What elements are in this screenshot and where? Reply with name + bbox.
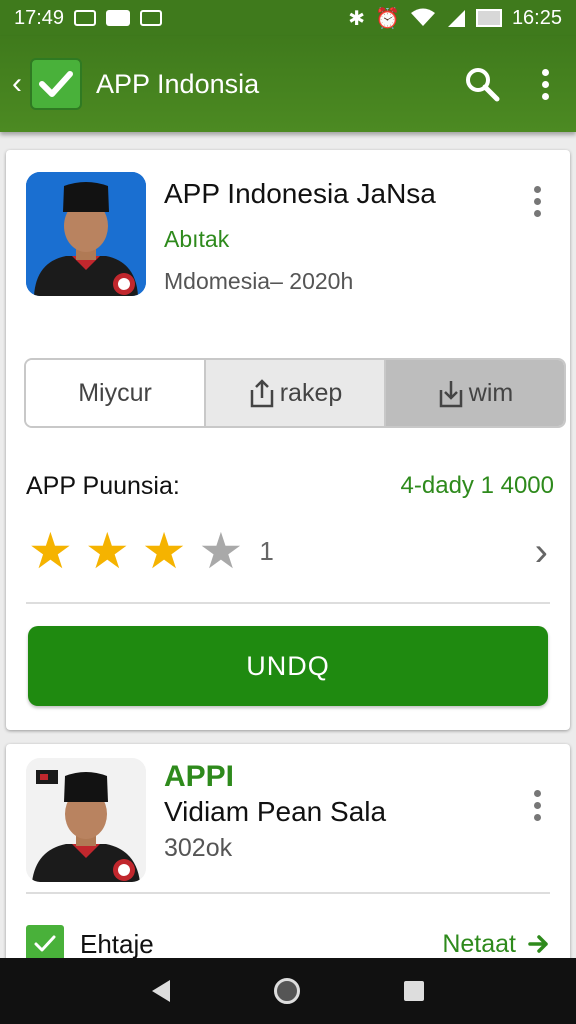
action-segmented-control: Miycur rakep wim: [24, 358, 566, 428]
system-nav-bar: [0, 958, 576, 1024]
app-name: APP Indonesia JaNsa: [164, 178, 436, 209]
segment-button[interactable]: wim: [386, 360, 564, 426]
notification-icon: [74, 10, 97, 26]
star-rating: ★ ★ ★ ★ 1: [28, 526, 274, 576]
app-title: APP Indonsia: [96, 68, 260, 99]
star-icon: ★: [198, 523, 244, 579]
related-app-meta: 302ok: [164, 834, 233, 862]
rating-count: 4-dady 1 4000: [400, 472, 554, 499]
alarm-icon: ⏰: [375, 7, 400, 30]
signal-icon: [447, 10, 465, 27]
share-upload-icon: [250, 379, 273, 408]
nav-back-icon[interactable]: [152, 980, 170, 1002]
segment-label: Miycur: [78, 378, 152, 407]
wifi-icon: [410, 8, 435, 26]
app-meta: Mdomesia– 2020h: [164, 268, 354, 294]
status-time-left: 17:49: [14, 6, 65, 29]
more-vert-icon[interactable]: [540, 68, 550, 100]
star-icon: ★: [141, 523, 187, 579]
notification-icon: [140, 10, 163, 26]
segment-button[interactable]: rakep: [206, 360, 386, 426]
status-bar: 17:49 ✱ ⏰ 16:25: [0, 0, 576, 36]
segment-button[interactable]: Miycur: [26, 360, 206, 426]
app-avatar: [26, 172, 146, 296]
battery-icon: [475, 9, 502, 27]
star-number: 1: [259, 535, 274, 566]
segment-label: wim: [468, 378, 514, 407]
search-icon[interactable]: [464, 66, 500, 102]
card-more-icon[interactable]: [532, 790, 542, 821]
app-developer[interactable]: Abıtak: [164, 226, 229, 253]
back-chevron-icon[interactable]: ‹: [12, 69, 30, 99]
row-label: Ehtaje: [80, 928, 154, 959]
divider: [26, 892, 550, 894]
nav-home-icon[interactable]: [274, 978, 300, 1004]
related-app-name: APPI: [164, 760, 235, 793]
nav-recents-icon[interactable]: [404, 981, 424, 1001]
related-app-title: Vidiam Pean Sala: [164, 796, 387, 827]
status-time-right: 16:25: [511, 6, 562, 29]
card-more-icon[interactable]: [532, 186, 542, 217]
chevron-right-icon[interactable]: ›: [535, 530, 548, 575]
install-button[interactable]: UNDQ: [28, 626, 548, 706]
next-link[interactable]: Netaat: [442, 930, 550, 959]
related-app-avatar: [26, 758, 146, 882]
star-icon: ★: [28, 523, 73, 579]
check-logo-icon: [30, 58, 82, 110]
next-link-label: Netaat: [442, 929, 516, 958]
rating-label: APP Puunsia:: [26, 472, 180, 500]
related-app-card: APPI Vidiam Pean Sala 302ok Ehtaje Netaa…: [6, 744, 570, 994]
app-detail-card: APP Indonesia JaNsa Abıtak Mdomesia– 202…: [6, 150, 570, 730]
bluetooth-icon: ✱: [348, 7, 366, 30]
star-icon: ★: [84, 523, 130, 579]
divider: [26, 602, 550, 604]
segment-label: rakep: [279, 378, 343, 407]
app-bar: ‹ APP Indonsia: [0, 36, 576, 132]
download-icon: [439, 381, 463, 408]
notification-icon: [106, 10, 131, 26]
arrow-right-icon: [528, 935, 548, 953]
